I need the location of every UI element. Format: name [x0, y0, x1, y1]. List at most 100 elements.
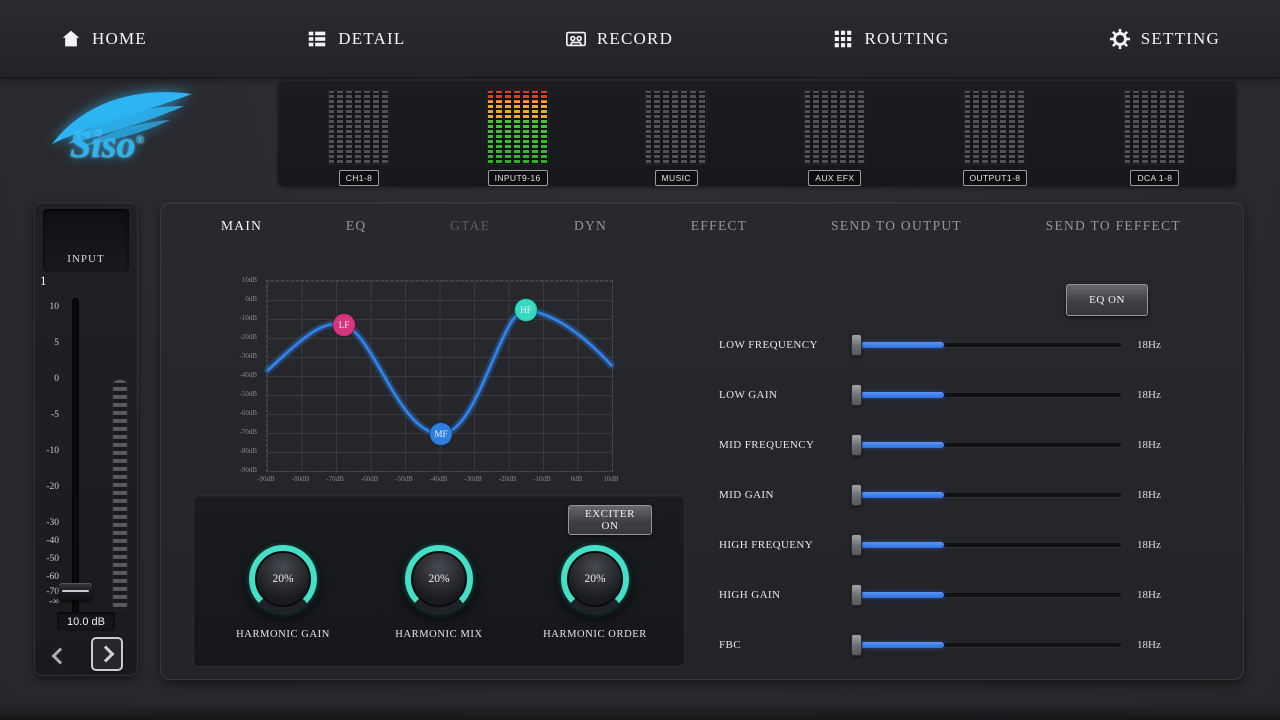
meter-input9-16[interactable]: INPUT9-16 — [486, 90, 549, 186]
fader-track[interactable] — [72, 298, 79, 616]
param-label: LOW GAIN — [719, 389, 778, 401]
param-row-mid-frequency: MID FREQUENCY 18Hz — [719, 420, 1224, 470]
led-meter — [645, 90, 708, 165]
slider-handle[interactable] — [851, 384, 862, 406]
param-row-high-frequeny: HIGH FREQUENY 18Hz — [719, 520, 1224, 570]
slider-handle[interactable] — [851, 534, 862, 556]
nav-label: HOME — [92, 28, 147, 48]
param-value: 18Hz — [1137, 439, 1161, 451]
param-slider[interactable] — [851, 484, 1121, 506]
eq-on-button[interactable]: EQ ON — [1066, 284, 1148, 316]
chevron-left-icon — [51, 647, 69, 665]
fader-handle[interactable] — [59, 583, 92, 600]
slider-fill — [860, 342, 944, 348]
eq-curve-line — [266, 308, 613, 436]
led-meter — [486, 90, 549, 165]
param-value: 18Hz — [1137, 539, 1161, 551]
fader-scale-label: -∞ — [49, 597, 59, 607]
slider-handle[interactable] — [851, 434, 862, 456]
slider-handle[interactable] — [851, 584, 862, 606]
tab-send-to-output[interactable]: SEND TO OUTPUT — [831, 218, 962, 234]
tab-bar: MAIN EQ GTAE DYN EFFECT SEND TO OUTPUT SEND TO… — [221, 218, 1181, 234]
led-meter — [963, 90, 1026, 165]
eq-node-hf[interactable]: HF — [513, 297, 539, 323]
eq-x-label: -50dB — [395, 475, 413, 483]
slider-fill — [860, 392, 944, 398]
slider-handle[interactable] — [851, 634, 862, 656]
eq-y-label: -10dB — [239, 314, 258, 322]
param-row-mid-gain: MID GAIN 18Hz — [719, 470, 1224, 520]
param-slider[interactable] — [851, 334, 1121, 356]
eq-y-label: -20dB — [239, 333, 258, 341]
tab-main[interactable]: MAIN — [221, 218, 262, 234]
knob-dial[interactable]: 20% — [244, 540, 322, 618]
nav-label: ROUTING — [864, 28, 950, 48]
param-slider[interactable] — [851, 634, 1121, 656]
param-value: 18Hz — [1137, 339, 1161, 351]
logo: Siso® — [36, 90, 236, 190]
param-slider[interactable] — [851, 534, 1121, 556]
fader-scale-label: -40 — [46, 536, 59, 546]
nav-item-setting[interactable]: SETTING — [1109, 28, 1220, 50]
knob-value: 20% — [255, 551, 311, 607]
prev-channel-button[interactable] — [47, 641, 73, 671]
param-row-low-gain: LOW GAIN 18Hz — [719, 370, 1224, 420]
meter-label: INPUT9-16 — [487, 170, 548, 186]
param-slider[interactable] — [851, 584, 1121, 606]
fader-scale-label: -5 — [51, 410, 59, 420]
eq-y-label: 0dB — [245, 295, 257, 303]
tab-eq[interactable]: EQ — [346, 218, 367, 234]
tab-send-to-feffect[interactable]: SEND TO FEFFECT — [1046, 218, 1181, 234]
eq-y-label: -30dB — [239, 352, 258, 360]
tab-effect[interactable]: EFFECT — [691, 218, 748, 234]
nav-item-home[interactable]: HOME — [60, 28, 147, 50]
meter-output1-8[interactable]: OUTPUT1-8 — [962, 90, 1028, 186]
fader-scale-label: -70 — [46, 587, 59, 597]
nav-label: DETAIL — [338, 28, 406, 48]
eq-node-mf[interactable]: MF — [428, 421, 454, 447]
eq-xlabels: -90dB -80dB -70dB -60dB -50dB -40dB -30dB -20dB… — [257, 475, 618, 487]
eq-y-label: -40dB — [239, 371, 258, 379]
knob-row: 20% HARMONIC GAIN 20% HARMONIC MIX 20% HARMON… — [208, 540, 670, 640]
param-row-low-frequency: LOW FREQUENCY 18Hz — [719, 320, 1224, 370]
led-meter — [1123, 90, 1186, 165]
eq-x-label: 10dB — [603, 475, 619, 483]
tab-gtae[interactable]: GTAE — [450, 218, 490, 234]
meter-ch1-8[interactable]: CH1-8 — [328, 90, 390, 186]
tab-dyn[interactable]: DYN — [574, 218, 607, 234]
next-channel-button[interactable] — [91, 637, 123, 671]
chevron-right-icon — [97, 645, 114, 663]
param-slider[interactable] — [851, 434, 1121, 456]
knob-dial[interactable]: 20% — [400, 540, 478, 618]
knob-harmonic-order: 20% HARMONIC ORDER — [520, 540, 670, 640]
slider-handle[interactable] — [851, 334, 862, 356]
meter-music[interactable]: MUSIC — [645, 90, 708, 186]
eq-x-label: 0dB — [570, 475, 583, 483]
param-label: HIGH GAIN — [719, 589, 781, 601]
nav-item-detail[interactable]: DETAIL — [306, 28, 405, 50]
exciter-on-button[interactable]: EXCITER ON — [568, 505, 652, 535]
param-label: HIGH FREQUENY — [719, 539, 814, 551]
meter-label: MUSIC — [654, 170, 698, 186]
knob-label: HARMONIC MIX — [395, 629, 483, 640]
eq-y-label: -80dB — [239, 447, 258, 455]
meter-strip: CH1-8 INPUT9-16 MUSIC AUX EFX OUTPUT1-8 DCA 1… — [278, 80, 1236, 186]
nav-item-record[interactable]: RECORD — [565, 28, 673, 50]
meter-aux-efx[interactable]: AUX EFX — [803, 90, 866, 186]
eq-y-label: -50dB — [239, 390, 258, 398]
nav-item-routing[interactable]: ROUTING — [832, 28, 949, 50]
eq-x-label: -90dB — [257, 475, 275, 483]
eq-node-lf[interactable]: LF — [331, 312, 357, 338]
fader-scale-label: -30 — [46, 518, 59, 528]
knob-dial[interactable]: 20% — [556, 540, 634, 618]
eq-x-label: -80dB — [291, 475, 310, 483]
meter-label: CH1-8 — [338, 170, 380, 186]
led-meter — [803, 90, 866, 165]
param-slider[interactable] — [851, 384, 1121, 406]
eq-curve: LF MF HF — [264, 297, 615, 447]
param-label: FBC — [719, 639, 741, 651]
led-meter — [328, 90, 390, 165]
meter-dca-1-8[interactable]: DCA 1-8 — [1123, 90, 1186, 186]
slider-handle[interactable] — [851, 484, 862, 506]
knob-value: 20% — [567, 551, 623, 607]
